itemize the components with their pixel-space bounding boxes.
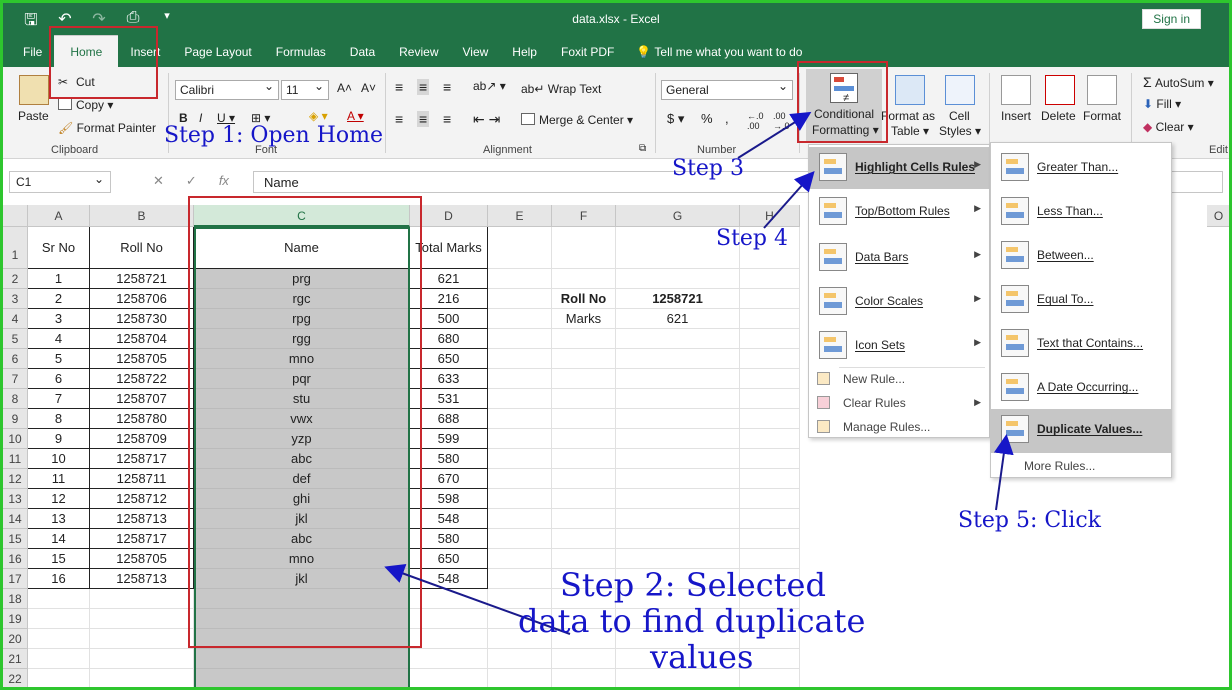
- step-1-label: Step 1: Open Home: [164, 123, 384, 148]
- step-4-arrow: [763, 171, 815, 229]
- step-5-label: Step 5: Click: [958, 508, 1101, 533]
- step-4-label: Step 4: [716, 226, 789, 251]
- step-3-arrow: [737, 111, 812, 159]
- step-2-line-3: values: [650, 638, 754, 676]
- step-2-line-2: data to find duplicate: [518, 602, 866, 640]
- step-2-line-1: Step 2: Selected: [560, 566, 826, 604]
- step-5-arrow: [993, 434, 1014, 511]
- step-3-label: Step 3: [672, 156, 745, 181]
